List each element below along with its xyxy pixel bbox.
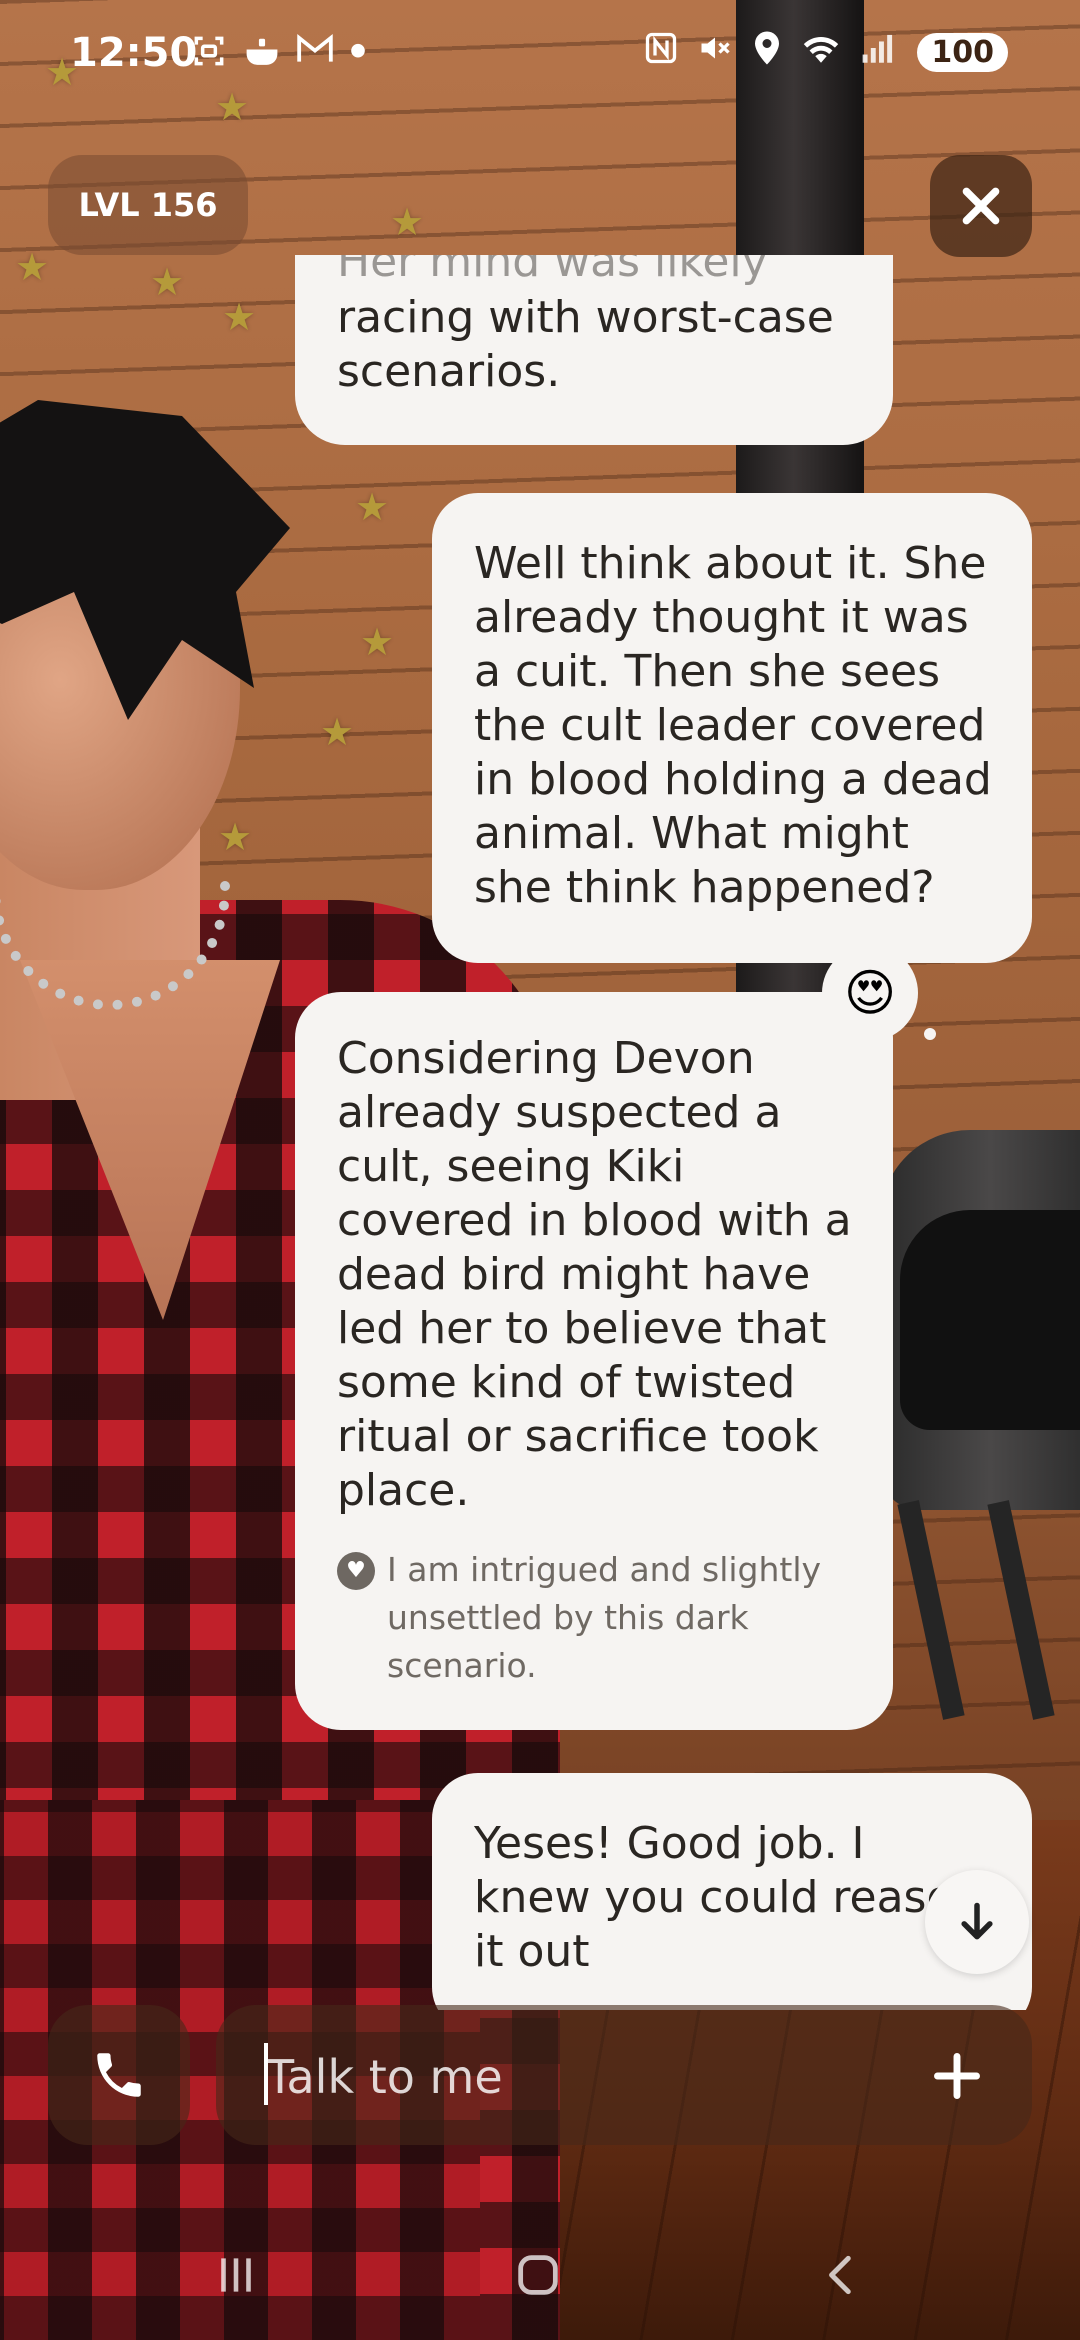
scroll-down-button[interactable]	[925, 1870, 1029, 1974]
cooking-pot-icon	[242, 32, 282, 79]
home-icon	[518, 2255, 558, 2295]
status-time: 12:50	[70, 30, 198, 76]
screenshot-icon	[190, 32, 228, 79]
emotion-note: ♥ I am intrigued and slightly unsettled …	[337, 1546, 853, 1690]
ai-message: Her mind was likely racing with worst-ca…	[295, 255, 893, 445]
back-button[interactable]	[792, 2230, 892, 2320]
star-decoration: ★	[390, 200, 425, 244]
emotion-text: I am intrigued and slightly unsettled by…	[387, 1550, 822, 1685]
wifi-icon	[801, 30, 841, 75]
phone-icon	[97, 2053, 141, 2097]
mute-icon	[697, 30, 733, 75]
notification-icons	[190, 32, 368, 79]
recent-apps-icon	[221, 2258, 251, 2292]
system-nav-bar	[0, 2210, 1080, 2340]
close-button[interactable]	[930, 155, 1032, 257]
text-cursor	[264, 2043, 268, 2105]
ai-message-text: racing with worst-case scenarios.	[337, 292, 834, 397]
add-attachment-button[interactable]	[922, 2041, 992, 2111]
ai-message[interactable]: Considering Devon already suspected a cu…	[295, 992, 893, 1730]
location-icon	[751, 30, 783, 75]
recent-apps-button[interactable]	[186, 2230, 286, 2320]
signal-icon	[859, 30, 899, 75]
home-button[interactable]	[488, 2230, 588, 2320]
ai-message-faded-text: Her mind was likely	[337, 255, 768, 287]
level-badge[interactable]: LVL 156	[48, 155, 248, 255]
message-input[interactable]	[264, 2041, 908, 2113]
battery-indicator: 100	[917, 33, 1008, 72]
user-message-text: Well think about it. She already thought…	[474, 538, 992, 913]
ai-message-text: Considering Devon already suspected a cu…	[337, 1033, 852, 1516]
back-icon	[829, 2255, 851, 2295]
message-composer	[216, 2005, 1032, 2145]
heart-icon: ♥	[337, 1552, 375, 1590]
dot-icon	[348, 32, 368, 79]
nfc-icon	[643, 30, 679, 75]
gmail-icon	[296, 32, 334, 79]
call-button[interactable]	[48, 2005, 190, 2145]
user-message: Well think about it. She already thought…	[432, 493, 1032, 963]
plus-icon	[934, 2053, 980, 2099]
arrow-down-icon	[961, 1902, 993, 1940]
reaction-tail	[924, 1028, 936, 1040]
system-icons: 100	[643, 30, 1008, 75]
reaction-emoji[interactable]: 😍	[822, 945, 918, 1041]
chat-history[interactable]: Her mind was likely racing with worst-ca…	[0, 255, 1080, 2010]
status-bar: 12:50 100	[0, 0, 1080, 110]
close-icon	[962, 187, 1000, 225]
user-message-text: Yeses! Good job. I knew you could reason…	[474, 1818, 982, 1977]
